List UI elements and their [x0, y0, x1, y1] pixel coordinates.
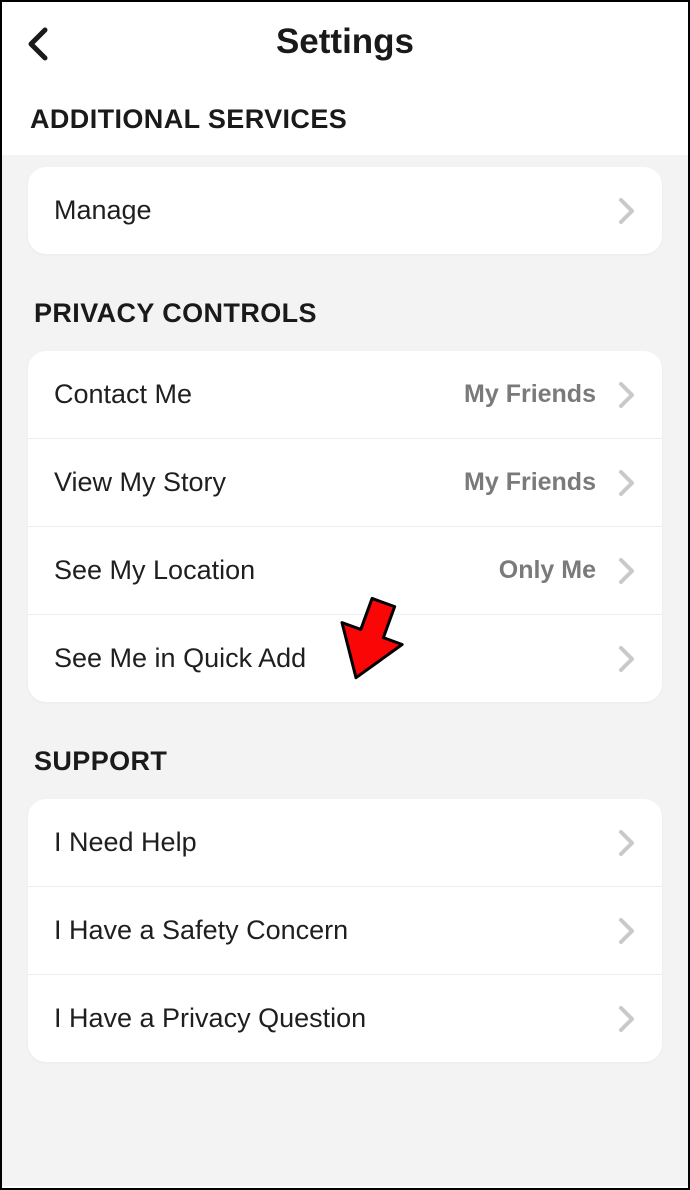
row-value: Only Me	[499, 556, 596, 585]
row-label: View My Story	[54, 467, 464, 498]
i-need-help-row[interactable]: I Need Help	[28, 799, 662, 887]
chevron-right-icon	[618, 1010, 636, 1028]
section-title: SUPPORT	[34, 746, 656, 777]
row-label: Contact Me	[54, 379, 464, 410]
see-my-location-row[interactable]: See My Location Only Me	[28, 527, 662, 615]
page-title: Settings	[20, 22, 670, 62]
row-label: See My Location	[54, 555, 499, 586]
manage-row[interactable]: Manage	[28, 167, 662, 254]
chevron-right-icon	[618, 650, 636, 668]
support-card: I Need Help I Have a Safety Concern I Ha…	[28, 799, 662, 1062]
i-have-privacy-question-row[interactable]: I Have a Privacy Question	[28, 975, 662, 1062]
section-title: ADDITIONAL SERVICES	[30, 104, 660, 135]
content-area: Manage PRIVACY CONTROLS Contact Me My Fr…	[2, 155, 688, 1186]
privacy-controls-card: Contact Me My Friends View My Story My F…	[28, 351, 662, 702]
chevron-right-icon	[618, 386, 636, 404]
contact-me-row[interactable]: Contact Me My Friends	[28, 351, 662, 439]
chevron-right-icon	[618, 922, 636, 940]
section-header-support: SUPPORT	[2, 702, 688, 799]
section-header-additional-services: ADDITIONAL SERVICES	[2, 80, 688, 155]
row-label: I Have a Privacy Question	[54, 1003, 618, 1034]
section-title: PRIVACY CONTROLS	[34, 298, 656, 329]
chevron-right-icon	[618, 474, 636, 492]
see-me-in-quick-add-row[interactable]: See Me in Quick Add	[28, 615, 662, 702]
chevron-right-icon	[618, 562, 636, 580]
back-button[interactable]	[20, 26, 56, 62]
row-label: I Have a Safety Concern	[54, 915, 618, 946]
chevron-right-icon	[618, 834, 636, 852]
chevron-right-icon	[618, 202, 636, 220]
section-header-privacy-controls: PRIVACY CONTROLS	[2, 254, 688, 351]
row-value: My Friends	[464, 468, 596, 497]
settings-header: Settings	[2, 2, 688, 80]
chevron-left-icon	[27, 27, 49, 61]
i-have-safety-concern-row[interactable]: I Have a Safety Concern	[28, 887, 662, 975]
row-label: Manage	[54, 195, 618, 226]
row-value: My Friends	[464, 380, 596, 409]
additional-services-card: Manage	[28, 167, 662, 254]
row-label: See Me in Quick Add	[54, 643, 618, 674]
view-my-story-row[interactable]: View My Story My Friends	[28, 439, 662, 527]
row-label: I Need Help	[54, 827, 618, 858]
